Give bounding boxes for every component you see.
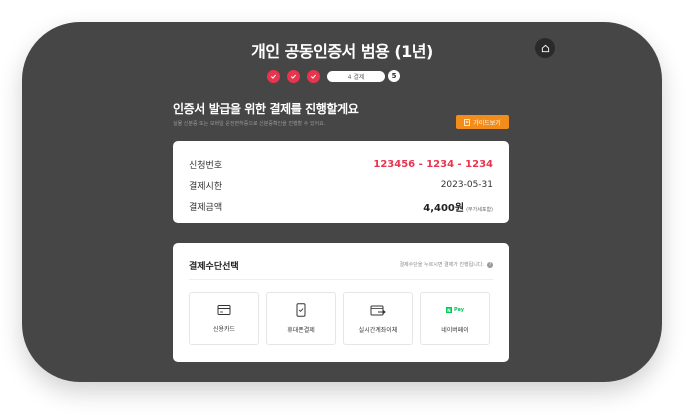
method-credit-card[interactable]: 신용카드	[189, 292, 259, 345]
check-icon	[310, 74, 317, 79]
info-label: 결제금액	[189, 202, 223, 213]
method-naver-pay[interactable]: N Pay 네이버페이	[420, 292, 490, 345]
section-heading: 인증서 발급을 위한 결제를 진행할게요	[173, 102, 359, 116]
payment-methods: 신용카드 휴대폰결제 실시간계좌이체 N Pay 네이버페이	[189, 292, 490, 345]
amount-text: 4,400원	[423, 202, 465, 214]
naver-pay-icon: N Pay	[445, 303, 464, 317]
payment-method-title: 결제수단선택	[189, 262, 239, 272]
document-icon	[464, 118, 471, 126]
payment-hint-text: 결제수단을 누르시면 결제가 진행됩니다.	[399, 262, 484, 268]
info-label: 결제시한	[189, 181, 223, 192]
info-row-application-number: 신청번호 123456 - 1234 - 1234	[189, 157, 493, 171]
bank-transfer-icon	[370, 305, 386, 315]
naver-n-logo: N	[445, 307, 452, 313]
check-icon	[270, 74, 277, 79]
method-bank-transfer[interactable]: 실시간계좌이체	[343, 292, 413, 345]
step-2-complete	[287, 69, 300, 83]
guide-button[interactable]: 가이드보기	[456, 115, 509, 129]
payment-method-card: 결제수단선택 결제수단을 누르시면 결제가 진행됩니다. ? 신용카드 휴대폰결…	[173, 243, 509, 362]
step-next: 5	[388, 70, 400, 82]
page-title: 개인 공동인증서 범용 (1년)	[251, 42, 433, 61]
application-info-card: 신청번호 123456 - 1234 - 1234 결제시한 2023-05-3…	[173, 141, 509, 223]
vat-note: (부가세포함)	[466, 206, 493, 213]
method-label: 휴대폰결제	[287, 327, 315, 334]
divider	[189, 279, 493, 280]
method-label: 신용카드	[212, 326, 236, 333]
info-row-payment-amount: 결제금액 4,400원 (부가세포함)	[189, 199, 493, 214]
info-icon[interactable]: ?	[487, 261, 493, 268]
home-icon	[541, 44, 549, 52]
section-subtext: 실물 신분증 또는 모바일 운전면허증으로 신분증확인을 진행할 수 있어요.	[173, 121, 326, 127]
info-label: 신청번호	[189, 160, 223, 171]
payment-hint: 결제수단을 누르시면 결제가 진행됩니다. ?	[399, 261, 493, 268]
payment-deadline-value: 2023-05-31	[440, 180, 493, 190]
payment-amount-value: 4,400원 (부가세포함)	[423, 199, 493, 214]
method-label: 실시간계좌이체	[358, 326, 398, 334]
check-icon	[290, 74, 297, 79]
application-number-value: 123456 - 1234 - 1234	[373, 158, 493, 170]
step-current: 4 결제	[327, 70, 385, 82]
naver-pay-logo-text: Pay	[453, 307, 464, 313]
progress-steps: 4 결제 5	[267, 69, 400, 83]
step-3-complete	[307, 69, 320, 83]
credit-card-icon	[217, 305, 231, 315]
method-label: 네이버페이	[441, 327, 469, 334]
guide-button-label: 가이드보기	[473, 119, 501, 127]
mobile-phone-icon	[296, 303, 306, 317]
step-1-complete	[267, 69, 280, 83]
info-row-payment-deadline: 결제시한 2023-05-31	[189, 178, 493, 192]
home-button[interactable]	[535, 38, 555, 58]
method-mobile-payment[interactable]: 휴대폰결제	[266, 292, 336, 345]
app-screen: 개인 공동인증서 범용 (1년) 4 결제 5 인증서 발급을 위한 결제를 진…	[22, 22, 662, 382]
